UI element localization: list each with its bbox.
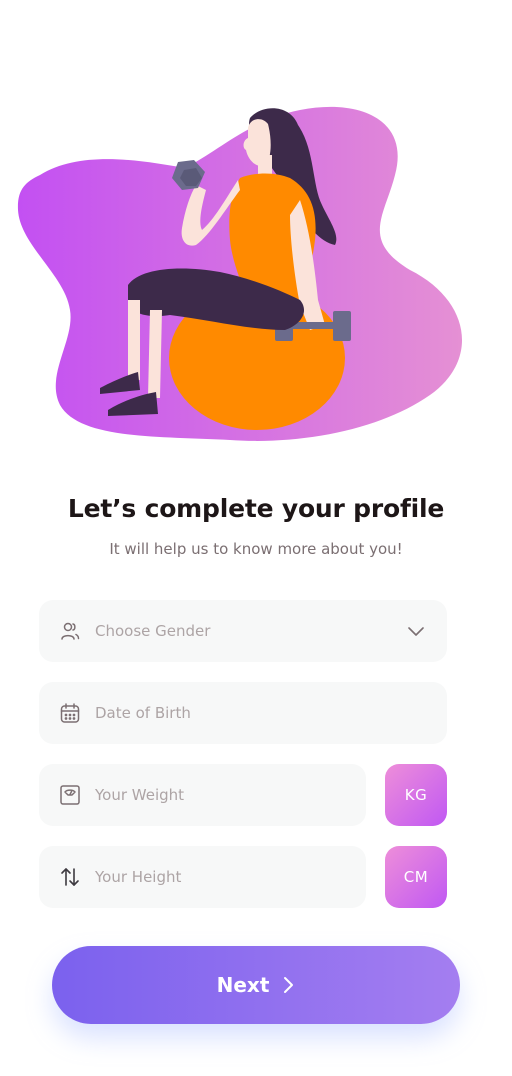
gender-select[interactable]: Choose Gender — [39, 600, 447, 662]
scale-icon — [59, 784, 81, 806]
date-of-birth-placeholder: Date of Birth — [95, 704, 191, 722]
swap-arrows-icon — [59, 866, 81, 888]
page-subtitle: It will help us to know more about you! — [109, 540, 403, 558]
chevron-down-icon — [405, 620, 427, 642]
shin-back — [128, 300, 140, 380]
date-of-birth-field[interactable]: Date of Birth — [39, 682, 447, 744]
page-title: Let’s complete your profile — [67, 494, 445, 523]
weight-unit-button[interactable]: KG — [385, 764, 447, 826]
chevron-right-icon — [281, 975, 295, 995]
gender-placeholder: Choose Gender — [95, 622, 211, 640]
weight-placeholder: Your Weight — [95, 786, 185, 804]
calendar-icon — [59, 702, 81, 724]
shin-front — [148, 310, 162, 398]
height-unit-button[interactable]: CM — [385, 846, 447, 908]
workout-illustration — [17, 106, 463, 441]
weight-field[interactable]: Your Weight — [39, 764, 366, 826]
height-placeholder: Your Height — [95, 868, 182, 886]
users-icon — [59, 620, 81, 642]
next-button-label: Next — [216, 973, 270, 997]
next-button[interactable]: Next — [52, 946, 460, 1024]
height-field[interactable]: Your Height — [39, 846, 366, 908]
